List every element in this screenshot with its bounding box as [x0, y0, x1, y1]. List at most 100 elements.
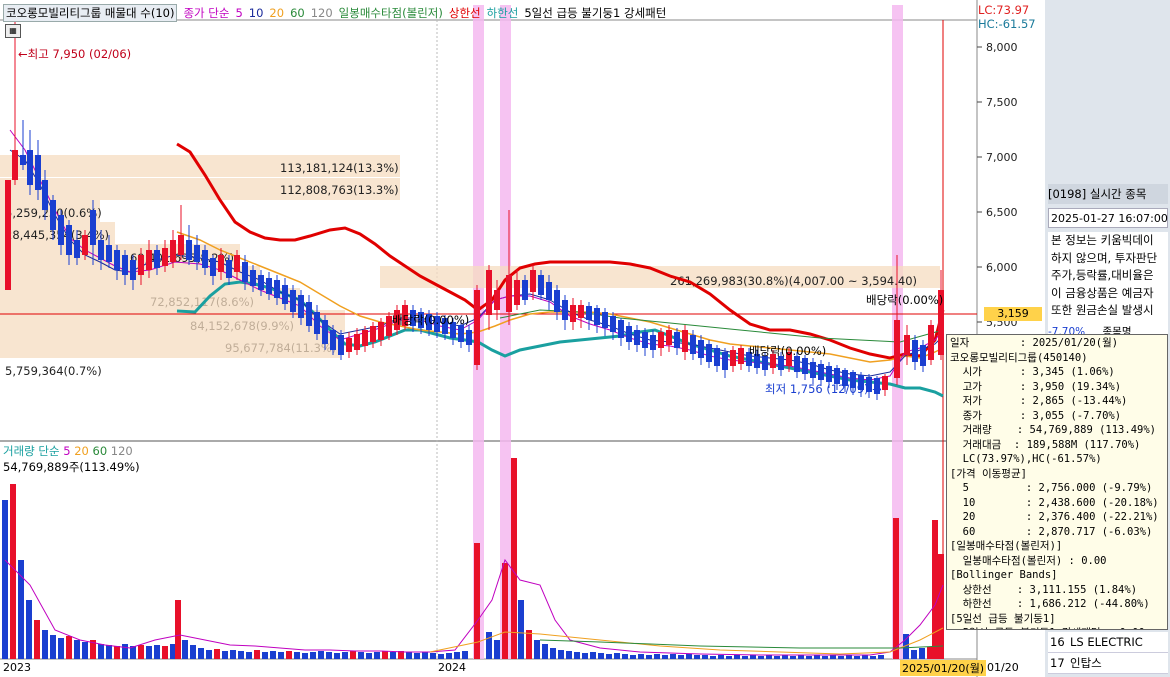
- candle-body: [258, 275, 264, 290]
- candle-body: [618, 320, 624, 338]
- table-row[interactable]: 17 인탑스: [1048, 653, 1168, 674]
- candle-body: [826, 366, 832, 382]
- volume-bar: [654, 654, 660, 659]
- volume-bar: [462, 651, 468, 659]
- volume-bar: [702, 655, 708, 659]
- x-label-2023: 2023: [3, 661, 31, 674]
- volume-bar: [318, 651, 324, 659]
- candle-body: [722, 352, 728, 370]
- candle-body: [178, 235, 184, 255]
- legend-stock[interactable]: 코오롱모빌리티그룹 매물대 수(10): [3, 4, 178, 22]
- volume-bar: [686, 654, 692, 659]
- volume-bar: [614, 653, 620, 659]
- candle-body: [82, 235, 88, 255]
- volume-bar: [870, 656, 876, 659]
- zone-label: 112,808,763(13.3%): [280, 183, 399, 197]
- y-tick-label: 7,000: [986, 151, 1018, 164]
- volume-bar: [98, 644, 104, 659]
- candle-body: [218, 255, 224, 272]
- volume-bar: [74, 640, 80, 659]
- legend-lower: 하한선: [486, 6, 519, 20]
- realtime-table: 16 LS ELECTRIC 17 인탑스: [1048, 632, 1168, 674]
- lc-label: LC:73.97: [978, 3, 1030, 17]
- volume-bar: [502, 563, 508, 659]
- candle-body: [338, 335, 344, 355]
- volume-bar: [82, 642, 88, 659]
- candle-body: [314, 312, 320, 334]
- hc-label: HC:-61.57: [978, 17, 1036, 31]
- candle-body: [714, 348, 720, 366]
- volume-bar: [278, 652, 284, 659]
- volume-bar: [294, 652, 300, 659]
- volume-bar: [122, 644, 128, 659]
- candle-body: [282, 285, 288, 304]
- candle-body: [586, 306, 592, 320]
- legend-ma10: 10: [248, 6, 264, 20]
- candle-body: [98, 240, 104, 260]
- candle-body: [298, 295, 304, 318]
- chart-legend: 코오롱모빌리티그룹 매물대 수(10) 종가 단순 5 10 20 60 120…: [3, 4, 672, 22]
- candle-body: [738, 348, 744, 364]
- candle-body: [130, 260, 136, 280]
- volume-bar: [846, 655, 852, 659]
- candle-body: [912, 340, 918, 362]
- volume-bar: [350, 651, 356, 659]
- volume-bar: [932, 520, 938, 659]
- volume-bar: [838, 656, 844, 659]
- realtime-datetime[interactable]: 2025-01-27 16:07:00: [1048, 208, 1168, 228]
- volume-bar: [198, 648, 204, 659]
- chart-area[interactable]: 113,181,124(13.3%)112,808,763(13.3%)5,25…: [0, 0, 1045, 677]
- x-label-2024: 2024: [438, 661, 466, 674]
- volume-bar: [326, 652, 332, 659]
- volume-bar: [154, 645, 160, 659]
- volume-bar: [175, 600, 181, 659]
- volume-bar: [726, 656, 732, 659]
- candle-body: [634, 330, 640, 345]
- y-tick-label: 8,000: [986, 41, 1018, 54]
- candle-body: [474, 290, 480, 365]
- candle-body: [12, 150, 18, 180]
- volume-bar: [766, 655, 772, 659]
- candle-body: [818, 364, 824, 380]
- candle-body: [928, 325, 934, 360]
- volume-profile-zone: [0, 332, 340, 358]
- current-price-tag: 3,159: [984, 307, 1042, 321]
- dividend-annotation-2: 배당락(0.00%): [749, 344, 827, 358]
- volume-bar: [414, 653, 420, 659]
- volume-bar: [446, 653, 452, 659]
- candle-body: [346, 338, 352, 352]
- volume-bar: [406, 652, 412, 659]
- candle-body: [674, 332, 680, 348]
- volume-bar: [366, 653, 372, 659]
- candle-body: [626, 326, 632, 342]
- volume-bar: [830, 655, 836, 659]
- volume-bar: [422, 652, 428, 659]
- volume-bar: [114, 646, 120, 659]
- volume-bar: [138, 645, 144, 659]
- candle-body: [730, 350, 736, 366]
- vol-ma120: 120: [110, 444, 133, 458]
- low-annotation: 최저 1,756 (12/09) →: [765, 382, 882, 396]
- realtime-panel-title[interactable]: [0198] 실시간 종목: [1048, 184, 1168, 204]
- candle-body: [354, 334, 360, 350]
- candle-body: [186, 240, 192, 260]
- volume-bar: [606, 654, 612, 659]
- candle-body: [274, 280, 280, 298]
- candle-body: [810, 362, 816, 378]
- candle-body: [162, 248, 168, 266]
- volume-bar: [774, 656, 780, 659]
- price-chart[interactable]: 113,181,124(13.3%)112,808,763(13.3%)5,25…: [0, 0, 1045, 677]
- candle-body: [894, 320, 900, 378]
- volume-bar: [590, 652, 596, 659]
- candle-body: [486, 270, 492, 315]
- candle-body: [330, 330, 336, 350]
- chart-menu-icon[interactable]: ▦: [5, 24, 21, 38]
- volume-bar: [374, 652, 380, 659]
- volume-bar: [558, 650, 564, 659]
- candle-body: [5, 180, 11, 290]
- volume-bar: [334, 653, 340, 659]
- candle-body: [27, 150, 33, 185]
- table-row[interactable]: 16 LS ELECTRIC: [1048, 632, 1168, 653]
- candle-body: [74, 240, 80, 258]
- volume-legend: 거래량 단순 5 20 60 120 54,769,889주(113.49%): [3, 443, 140, 475]
